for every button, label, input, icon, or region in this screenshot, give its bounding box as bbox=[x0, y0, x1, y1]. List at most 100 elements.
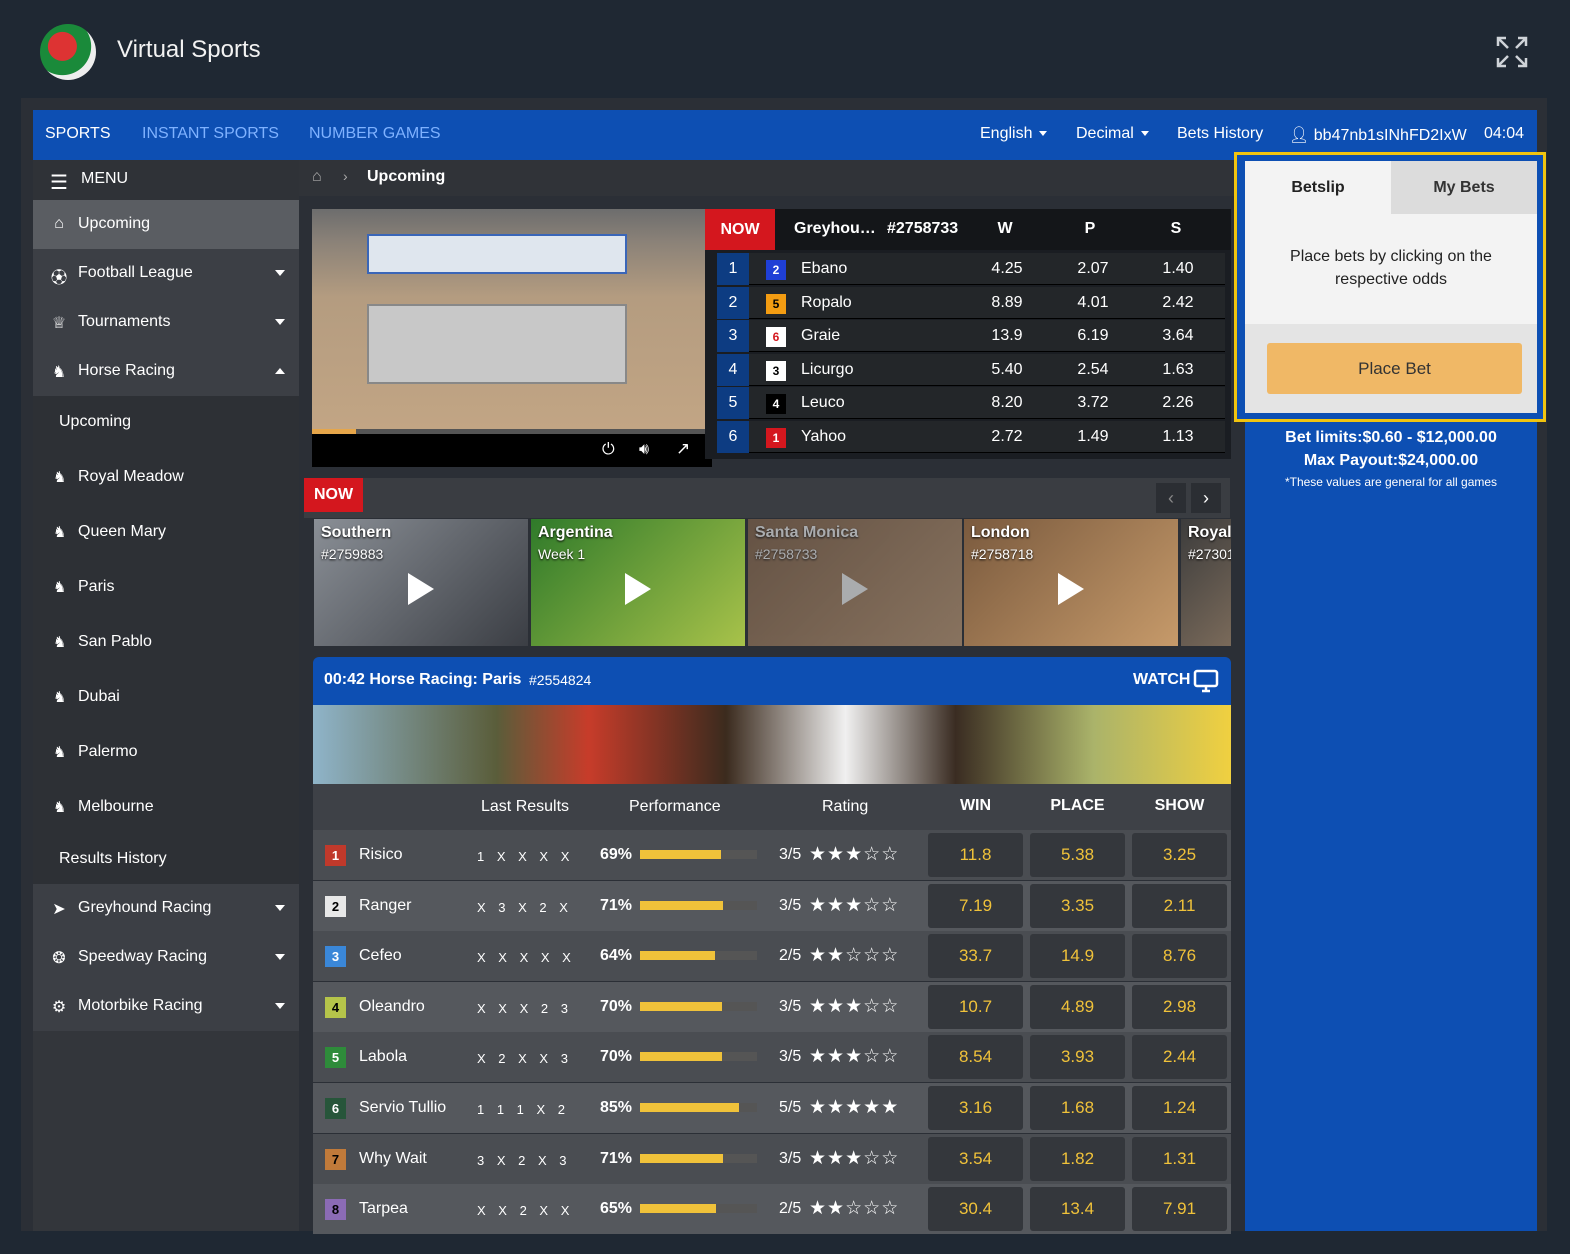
odds-place-button[interactable]: 14.9 bbox=[1030, 934, 1125, 979]
bets-history-link[interactable]: Bets History bbox=[1177, 125, 1263, 143]
home-icon[interactable]: ⌂ bbox=[312, 168, 322, 186]
horse-icon: ♞ bbox=[53, 469, 67, 486]
sidebar-sub-upcoming[interactable]: Upcoming bbox=[33, 396, 299, 451]
rating-value: 3/5 bbox=[779, 846, 802, 863]
user-account[interactable]: 👤︎ bb47nb1sINhFD2IxW bbox=[1289, 125, 1467, 145]
rating-stars: ★★★☆☆ bbox=[809, 1045, 899, 1068]
odds-win-button[interactable]: 10.7 bbox=[928, 984, 1023, 1029]
odds-show-button[interactable]: 2.44 bbox=[1132, 1035, 1227, 1080]
odds-place-button[interactable]: 3.35 bbox=[1030, 883, 1125, 928]
place-bet-button[interactable]: Place Bet bbox=[1267, 343, 1522, 394]
fullscreen-icon[interactable] bbox=[1494, 34, 1530, 70]
odds-win[interactable]: 4.25 bbox=[967, 260, 1047, 278]
tab-sports[interactable]: SPORTS bbox=[45, 125, 111, 143]
sidebar-item-speedway-racing[interactable]: ❂ Speedway Racing bbox=[33, 933, 299, 982]
odds-win[interactable]: 2.72 bbox=[967, 428, 1047, 446]
odds-show-button[interactable]: 7.91 bbox=[1132, 1187, 1227, 1232]
runner-name: Servio Tullio bbox=[359, 1099, 447, 1116]
odds-win-button[interactable]: 11.8 bbox=[928, 833, 1023, 877]
power-icon[interactable]: ⏻ bbox=[602, 441, 615, 459]
odds-show[interactable]: 2.26 bbox=[1138, 394, 1218, 412]
runner-name: Why Wait bbox=[359, 1149, 427, 1167]
table-row: 7 Why Wait 3 X 2 X 3 71% 3/5 ★★★☆☆ 3.54 1.82 1.3… bbox=[313, 1133, 1231, 1184]
odds-place-button[interactable]: 1.68 bbox=[1030, 1086, 1125, 1130]
sidebar-item-upcoming[interactable]: ⌂ Upcoming bbox=[33, 200, 299, 249]
sidebar-sub-dubai[interactable]: ♞ Dubai bbox=[33, 671, 299, 726]
odds-place[interactable]: 3.72 bbox=[1053, 394, 1133, 412]
odds-place-button[interactable]: 4.89 bbox=[1030, 984, 1125, 1029]
tab-number-games[interactable]: NUMBER GAMES bbox=[309, 125, 441, 143]
sidebar-item-horse-racing[interactable]: ♞ Horse Racing bbox=[33, 347, 299, 396]
odds-win-button[interactable]: 3.16 bbox=[928, 1086, 1023, 1130]
sidebar-sub-melbourne[interactable]: ♞ Melbourne bbox=[33, 781, 299, 836]
external-link-icon[interactable]: ↗ bbox=[676, 439, 690, 459]
carousel-tile[interactable]: Argentina Week 1 bbox=[531, 519, 745, 646]
sidebar-item-tournaments[interactable]: ♕ Tournaments bbox=[33, 298, 299, 347]
odds-place[interactable]: 2.07 bbox=[1053, 260, 1133, 278]
odds-win-button[interactable]: 33.7 bbox=[928, 934, 1023, 979]
odds-win-button[interactable]: 30.4 bbox=[928, 1187, 1023, 1232]
odds-show-button[interactable]: 8.76 bbox=[1132, 934, 1227, 979]
odds-win-button[interactable]: 3.54 bbox=[928, 1136, 1023, 1181]
odds-show-button[interactable]: 1.31 bbox=[1132, 1136, 1227, 1181]
tab-my-bets[interactable]: My Bets bbox=[1391, 161, 1537, 214]
table-row: 4 Oleandro X X X 2 3 70% 3/5 ★★★☆☆ 10.7 4.89 2.9… bbox=[313, 981, 1231, 1032]
tab-instant-sports[interactable]: INSTANT SPORTS bbox=[142, 125, 279, 143]
col-show: SHOW bbox=[1154, 797, 1205, 814]
col-place: PLACE bbox=[1050, 797, 1105, 814]
sidebar-sub-palermo[interactable]: ♞ Palermo bbox=[33, 726, 299, 781]
star-empty-icon: ☆ bbox=[863, 844, 882, 865]
watch-button[interactable]: WATCH bbox=[1133, 669, 1219, 693]
odds-show[interactable]: 3.64 bbox=[1138, 327, 1218, 345]
carousel-tile[interactable]: Santa Monica #2758733 bbox=[748, 519, 962, 646]
odds-win[interactable]: 5.40 bbox=[967, 361, 1047, 379]
odds-show-button[interactable]: 1.24 bbox=[1132, 1086, 1227, 1130]
volume-icon[interactable]: 🔊︎ bbox=[639, 441, 649, 459]
sidebar-item-football-league[interactable]: ⚽︎ Football League bbox=[33, 249, 299, 298]
odds-win-button[interactable]: 8.54 bbox=[928, 1035, 1023, 1080]
sidebar-sub-royal-meadow[interactable]: ♞ Royal Meadow bbox=[33, 451, 299, 506]
star-empty-icon: ☆ bbox=[863, 1046, 882, 1068]
odds-place-button[interactable]: 3.93 bbox=[1030, 1035, 1125, 1080]
sidebar-sub-san-pablo[interactable]: ♞ San Pablo bbox=[33, 616, 299, 671]
odds-win[interactable]: 8.20 bbox=[967, 394, 1047, 412]
odds-place[interactable]: 6.19 bbox=[1053, 327, 1133, 345]
odds-show[interactable]: 1.13 bbox=[1138, 428, 1218, 446]
odds-place[interactable]: 4.01 bbox=[1053, 294, 1133, 312]
odds-place-button[interactable]: 5.38 bbox=[1030, 833, 1125, 877]
video-progress[interactable] bbox=[312, 429, 712, 434]
carousel-tile[interactable]: Royal #27301 bbox=[1181, 519, 1231, 646]
odds-win-button[interactable]: 7.19 bbox=[928, 883, 1023, 928]
odds-win[interactable]: 8.89 bbox=[967, 294, 1047, 312]
tab-betslip[interactable]: Betslip bbox=[1245, 161, 1391, 214]
runner-position: 6 bbox=[717, 420, 749, 453]
odds-show-button[interactable]: 2.11 bbox=[1132, 883, 1227, 928]
chevron-left-icon[interactable]: ‹ bbox=[1156, 483, 1186, 513]
star-filled-icon: ★ bbox=[809, 945, 828, 967]
odds-show[interactable]: 2.42 bbox=[1138, 294, 1218, 312]
odds-place-button[interactable]: 1.82 bbox=[1030, 1136, 1125, 1181]
odds-place[interactable]: 1.49 bbox=[1053, 428, 1133, 446]
menu-toggle[interactable]: ☰ MENU bbox=[33, 160, 299, 200]
carousel-tile[interactable]: Southern #2759883 bbox=[314, 519, 528, 646]
odds-place-button[interactable]: 13.4 bbox=[1030, 1187, 1125, 1232]
odds-show-button[interactable]: 2.98 bbox=[1132, 984, 1227, 1029]
odds-show[interactable]: 1.63 bbox=[1138, 361, 1218, 379]
sidebar-item-greyhound-racing[interactable]: ➤ Greyhound Racing bbox=[33, 884, 299, 933]
odds-place[interactable]: 2.54 bbox=[1053, 361, 1133, 379]
odds-show[interactable]: 1.40 bbox=[1138, 260, 1218, 278]
sidebar-sub-queen-mary[interactable]: ♞ Queen Mary bbox=[33, 506, 299, 561]
sidebar-sub-paris[interactable]: ♞ Paris bbox=[33, 561, 299, 616]
odds-show-button[interactable]: 3.25 bbox=[1132, 833, 1227, 877]
rating-stars: ★★★☆☆ bbox=[809, 1147, 899, 1170]
carousel-tile[interactable]: London #2758718 bbox=[964, 519, 1178, 646]
odds-format-select[interactable]: Decimal bbox=[1076, 125, 1149, 143]
video-player[interactable]: ⏻ 🔊︎ ↗ bbox=[312, 209, 712, 467]
performance-bar bbox=[640, 1001, 757, 1011]
sidebar-sub-results-history[interactable]: Results History bbox=[33, 836, 299, 884]
language-select[interactable]: English bbox=[980, 125, 1048, 143]
chevron-right-icon[interactable]: › bbox=[1191, 483, 1221, 513]
sidebar-item-motorbike-racing[interactable]: ⚙ Motorbike Racing bbox=[33, 982, 299, 1031]
odds-win[interactable]: 13.9 bbox=[967, 327, 1047, 345]
performance-bar bbox=[640, 1103, 757, 1112]
